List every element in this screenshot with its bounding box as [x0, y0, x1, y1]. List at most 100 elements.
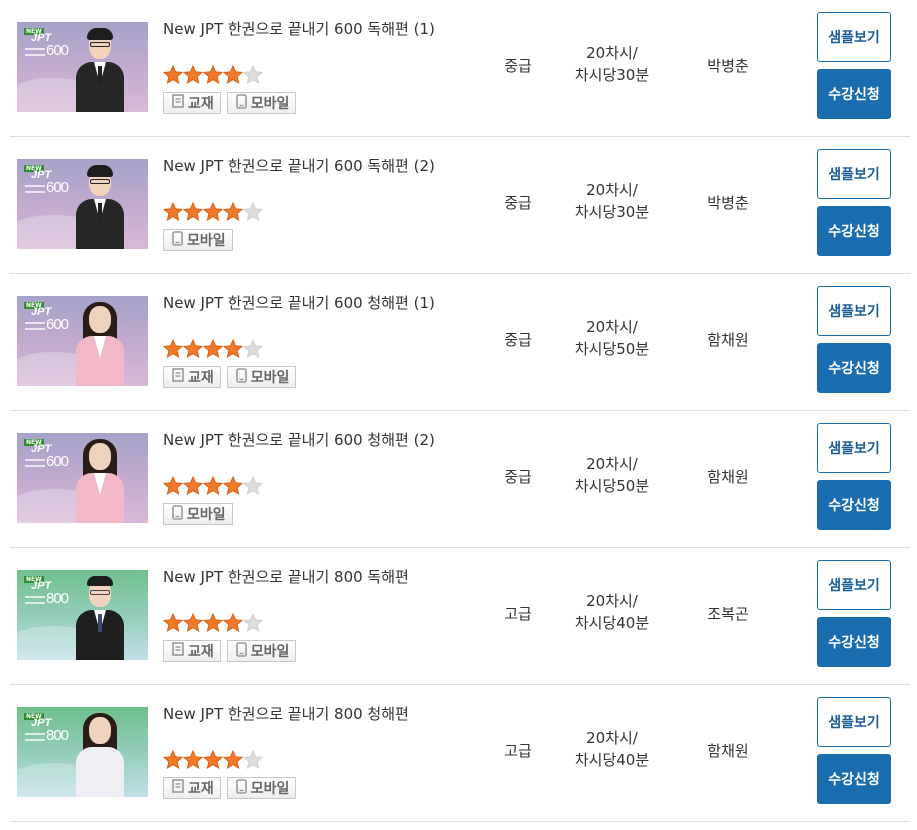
course-thumbnail[interactable]: NEW JPT 800 [17, 707, 148, 797]
logo-sub-lines [25, 185, 45, 193]
sample-view-button[interactable]: 샘플보기 [817, 286, 891, 336]
tag-label: 모바일 [187, 507, 226, 523]
star-filled-icon [182, 476, 204, 496]
teacher-name: 조복곤 [707, 605, 749, 623]
session-duration: 차시당30분 [574, 203, 650, 221]
tag-label: 모바일 [250, 370, 290, 386]
star-filled-icon [163, 476, 184, 496]
sample-view-button[interactable]: 샘플보기 [817, 560, 891, 610]
textbook-tag: 교재 [163, 640, 221, 662]
logo-sub-lines [25, 322, 45, 330]
course-tags: 교재 모바일 [163, 366, 297, 388]
sample-view-button[interactable]: 샘플보기 [817, 423, 891, 473]
book-icon [172, 368, 184, 386]
star-filled-icon [182, 339, 204, 359]
enroll-button[interactable]: 수강신청 [817, 617, 891, 667]
course-level: 중급 [504, 331, 532, 349]
rating-stars [163, 339, 263, 359]
star-empty-icon [242, 339, 263, 359]
sample-view-button[interactable]: 샘플보기 [817, 697, 891, 747]
mobile-tag: 모바일 [163, 229, 233, 251]
star-empty-icon [242, 476, 263, 496]
teacher-name: 박병춘 [707, 57, 749, 75]
sessions-count: 20차시/ [586, 729, 638, 747]
teacher-name: 함채원 [707, 742, 749, 760]
book-icon [172, 642, 184, 660]
textbook-tag: 교재 [163, 92, 221, 114]
sample-view-button[interactable]: 샘플보기 [817, 149, 891, 199]
session-duration: 차시당40분 [574, 614, 650, 632]
logo-sub-lines [25, 596, 45, 604]
logo-sub-lines [25, 733, 45, 741]
course-level: 중급 [504, 57, 532, 75]
course-thumbnail[interactable]: NEW JPT 600 [17, 22, 148, 112]
course-list: NEW JPT 600 New JPT 한권으로 끝내기 600 독해편 (1)… [10, 0, 910, 822]
mobile-tag: 모바일 [226, 366, 297, 388]
course-thumbnail[interactable]: NEW JPT 600 [17, 433, 148, 523]
rating-stars [163, 476, 263, 496]
star-filled-icon [222, 202, 244, 222]
enroll-button[interactable]: 수강신청 [817, 480, 891, 530]
rating-stars [163, 613, 263, 633]
star-empty-icon [242, 202, 263, 222]
star-filled-icon [222, 613, 244, 633]
score-number: 600 [46, 316, 69, 333]
mobile-tag: 모바일 [226, 92, 297, 114]
star-filled-icon [202, 202, 224, 222]
course-sessions: 20차시/ 차시당50분 [558, 453, 666, 497]
star-empty-icon [242, 65, 263, 85]
enroll-button[interactable]: 수강신청 [817, 69, 891, 119]
teacher-name: 함채원 [707, 331, 749, 349]
course-thumbnail[interactable]: NEW JPT 600 [17, 296, 148, 386]
course-title[interactable]: New JPT 한권으로 끝내기 600 청해편 (2) [163, 429, 435, 450]
star-empty-icon [242, 613, 263, 633]
star-filled-icon [222, 339, 244, 359]
tag-label: 교재 [188, 96, 214, 112]
tag-label: 교재 [188, 644, 214, 660]
sessions-count: 20차시/ [586, 181, 638, 199]
course-tags: 교재 모바일 [163, 640, 297, 662]
score-number: 600 [46, 42, 69, 59]
sessions-count: 20차시/ [586, 44, 638, 62]
course-sessions: 20차시/ 차시당40분 [558, 727, 666, 771]
course-title[interactable]: New JPT 한권으로 끝내기 800 독해편 [163, 566, 409, 587]
instructor-photo [74, 435, 126, 523]
sessions-count: 20차시/ [586, 592, 638, 610]
mobile-icon [235, 641, 247, 661]
enroll-button[interactable]: 수강신청 [817, 206, 891, 256]
course-row: NEW JPT 600 New JPT 한권으로 끝내기 600 독해편 (1)… [10, 0, 910, 137]
star-filled-icon [202, 339, 224, 359]
star-filled-icon [202, 750, 224, 770]
enroll-button[interactable]: 수강신청 [817, 754, 891, 804]
session-duration: 차시당30분 [574, 66, 650, 84]
session-duration: 차시당50분 [574, 340, 650, 358]
course-thumbnail[interactable]: NEW JPT 800 [17, 570, 148, 660]
teacher-name: 박병춘 [707, 194, 749, 212]
mobile-tag: 모바일 [226, 640, 297, 662]
book-icon [172, 94, 184, 112]
rating-stars [163, 65, 263, 85]
course-tags: 교재 모바일 [163, 777, 297, 799]
course-title[interactable]: New JPT 한권으로 끝내기 800 청해편 [163, 703, 409, 724]
tag-label: 모바일 [250, 781, 290, 797]
course-thumbnail[interactable]: NEW JPT 600 [17, 159, 148, 249]
star-filled-icon [182, 202, 204, 222]
mobile-icon [172, 230, 183, 250]
score-number: 800 [46, 590, 69, 607]
course-sessions: 20차시/ 차시당30분 [558, 179, 666, 223]
tag-label: 교재 [188, 781, 214, 797]
course-title[interactable]: New JPT 한권으로 끝내기 600 독해편 (2) [163, 155, 435, 176]
score-number: 800 [46, 727, 69, 744]
course-title[interactable]: New JPT 한권으로 끝내기 600 독해편 (1) [163, 18, 435, 39]
course-tags: 모바일 [163, 503, 233, 525]
course-row: NEW JPT 600 New JPT 한권으로 끝내기 600 청해편 (2)… [10, 411, 910, 548]
course-title[interactable]: New JPT 한권으로 끝내기 600 청해편 (1) [163, 292, 435, 313]
enroll-button[interactable]: 수강신청 [817, 343, 891, 393]
tag-label: 모바일 [250, 96, 290, 112]
star-filled-icon [182, 65, 204, 85]
sessions-count: 20차시/ [586, 455, 638, 473]
course-row: NEW JPT 800 New JPT 한권으로 끝내기 800 독해편 교재 모… [10, 548, 910, 685]
star-filled-icon [163, 750, 184, 770]
star-filled-icon [222, 750, 244, 770]
sample-view-button[interactable]: 샘플보기 [817, 12, 891, 62]
